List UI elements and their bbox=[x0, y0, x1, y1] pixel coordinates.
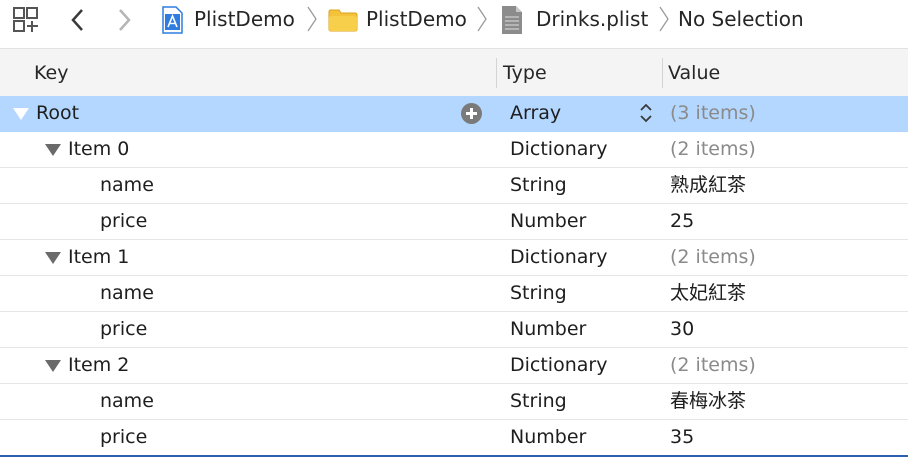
plist-row-item[interactable]: Item 2 Dictionary (2 items) bbox=[0, 348, 908, 384]
editor-bottom-border bbox=[0, 455, 908, 457]
row-type: Number bbox=[510, 210, 587, 232]
row-type: Dictionary bbox=[510, 138, 608, 160]
back-arrow-icon[interactable] bbox=[68, 6, 88, 34]
row-value[interactable]: 35 bbox=[670, 425, 694, 450]
row-key: Item 1 bbox=[68, 246, 130, 268]
row-key: Item 2 bbox=[68, 354, 130, 376]
row-type: Dictionary bbox=[510, 246, 608, 268]
disclosure-triangle-icon[interactable] bbox=[45, 144, 61, 156]
column-value-header[interactable]: Value bbox=[668, 61, 720, 85]
breadcrumb-separator-icon bbox=[658, 4, 670, 38]
jumpbar-file[interactable]: Drinks.plist bbox=[536, 6, 648, 32]
breadcrumb-separator-icon bbox=[476, 4, 488, 38]
jumpbar-project[interactable]: PlistDemo bbox=[194, 6, 295, 32]
plist-row-item[interactable]: Item 0 Dictionary (2 items) bbox=[0, 132, 908, 168]
disclosure-triangle-icon[interactable] bbox=[45, 360, 61, 372]
row-value: (2 items) bbox=[670, 138, 756, 160]
plist-row-item[interactable]: Item 1 Dictionary (2 items) bbox=[0, 240, 908, 276]
row-value[interactable]: 30 bbox=[670, 317, 694, 342]
row-key: name bbox=[100, 174, 154, 196]
row-type: Number bbox=[510, 318, 587, 340]
plist-row-name[interactable]: name String 熟成紅茶 bbox=[0, 168, 908, 204]
row-type: String bbox=[510, 282, 567, 304]
row-key: price bbox=[100, 426, 148, 448]
column-type-header[interactable]: Type bbox=[503, 61, 547, 85]
row-value: (3 items) bbox=[670, 102, 756, 124]
folder-icon bbox=[328, 8, 358, 32]
related-items-grid-icon[interactable] bbox=[12, 6, 40, 34]
disclosure-triangle-icon[interactable] bbox=[45, 252, 61, 264]
row-value[interactable]: 春梅冰茶 bbox=[670, 389, 746, 414]
column-key-header[interactable]: Key bbox=[34, 61, 68, 85]
row-key: price bbox=[100, 210, 148, 232]
column-header: Key Type Value bbox=[0, 48, 908, 98]
breadcrumb-separator-icon bbox=[306, 4, 318, 38]
xcode-project-icon bbox=[160, 6, 184, 34]
row-type[interactable]: Array bbox=[510, 101, 561, 126]
row-value: (2 items) bbox=[670, 246, 756, 268]
row-key: Root bbox=[36, 102, 80, 124]
row-value[interactable]: 熟成紅茶 bbox=[670, 173, 746, 198]
row-type: String bbox=[510, 390, 567, 412]
plist-row-name[interactable]: name String 太妃紅茶 bbox=[0, 276, 908, 312]
row-value: (2 items) bbox=[670, 354, 756, 376]
row-value[interactable]: 太妃紅茶 bbox=[670, 281, 746, 306]
plist-row-price[interactable]: price Number 35 bbox=[0, 420, 908, 455]
plist-row-price[interactable]: price Number 30 bbox=[0, 312, 908, 348]
row-key: Item 0 bbox=[68, 138, 130, 160]
jumpbar-group[interactable]: PlistDemo bbox=[366, 6, 467, 32]
row-type: Dictionary bbox=[510, 354, 608, 376]
forward-arrow-icon[interactable] bbox=[114, 6, 134, 34]
row-key: name bbox=[100, 390, 154, 412]
row-type: String bbox=[510, 174, 567, 196]
row-value[interactable]: 25 bbox=[670, 209, 694, 234]
column-divider[interactable] bbox=[662, 58, 663, 88]
jumpbar-selection[interactable]: No Selection bbox=[678, 6, 804, 32]
plist-row-name[interactable]: name String 春梅冰茶 bbox=[0, 384, 908, 420]
disclosure-triangle-icon[interactable] bbox=[13, 108, 29, 120]
plist-row-price[interactable]: price Number 25 bbox=[0, 204, 908, 240]
row-key: price bbox=[100, 318, 148, 340]
jump-bar: PlistDemo PlistDemo Drinks.plist No Sele… bbox=[0, 0, 908, 40]
type-popup-chevron-icon[interactable] bbox=[639, 102, 653, 124]
row-type: Number bbox=[510, 426, 587, 448]
row-key: name bbox=[100, 282, 154, 304]
plist-file-icon bbox=[500, 5, 524, 35]
plist-row-root[interactable]: Root Array (3 items) bbox=[0, 96, 908, 132]
column-divider[interactable] bbox=[496, 58, 497, 88]
add-item-icon[interactable] bbox=[461, 103, 482, 124]
